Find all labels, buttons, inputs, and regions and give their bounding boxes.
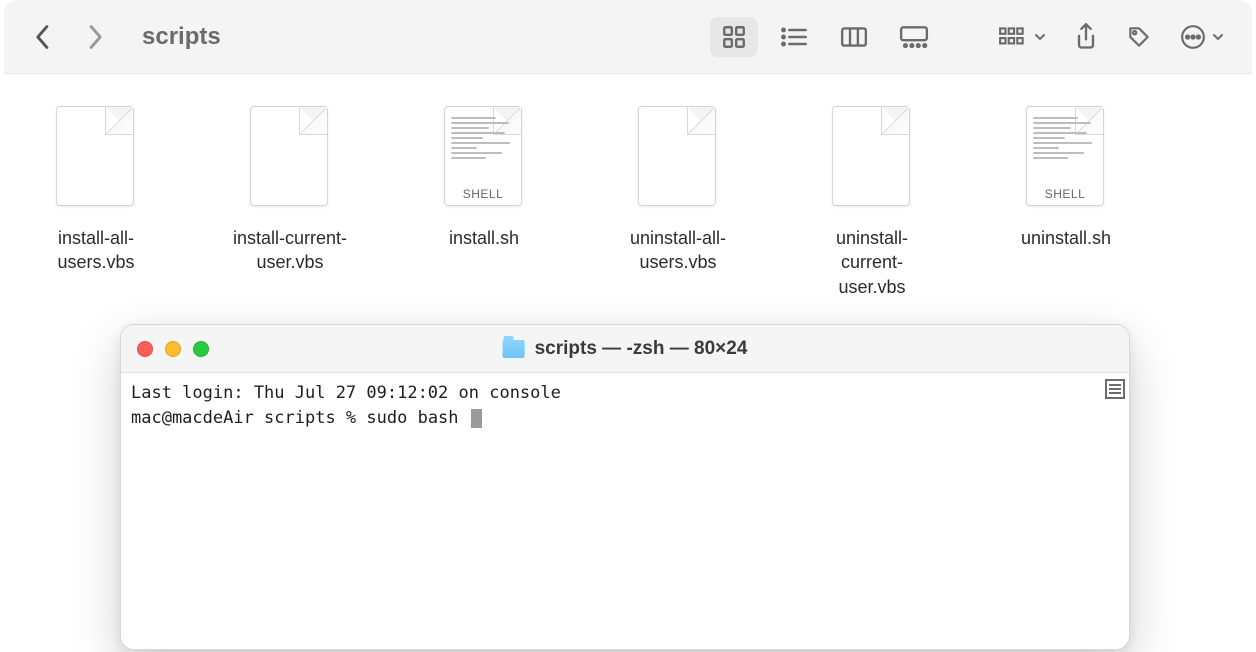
minimize-window-button[interactable]: [165, 341, 181, 357]
terminal-title: scripts — -zsh — 80×24: [503, 338, 748, 360]
file-item[interactable]: SHELL uninstall.sh: [1006, 106, 1126, 250]
terminal-title-text: scripts — -zsh — 80×24: [535, 338, 748, 360]
generic-file-icon: [56, 106, 136, 208]
generic-file-icon: [832, 106, 912, 208]
view-switcher: [710, 17, 938, 57]
file-label: install-current-user.vbs: [230, 226, 350, 275]
column-view-button[interactable]: [830, 17, 878, 57]
file-label: uninstall-all-users.vbs: [618, 226, 738, 275]
back-button[interactable]: [32, 26, 54, 48]
scroll-indicator-icon: [1105, 379, 1125, 399]
file-grid: install-all-users.vbs install-current-us…: [36, 106, 1220, 299]
folder-icon: [503, 340, 525, 358]
generic-file-icon: [250, 106, 330, 208]
generic-file-icon: [638, 106, 718, 208]
forward-button[interactable]: [84, 26, 106, 48]
file-label: uninstall.sh: [1021, 226, 1111, 250]
shell-file-icon: SHELL: [1026, 106, 1106, 208]
terminal-output[interactable]: Last login: Thu Jul 27 09:12:02 on conso…: [121, 373, 1129, 438]
terminal-titlebar[interactable]: scripts — -zsh — 80×24: [121, 325, 1129, 373]
file-label: install.sh: [449, 226, 519, 250]
file-item[interactable]: uninstall-current-user.vbs: [812, 106, 932, 299]
file-item[interactable]: SHELL install.sh: [424, 106, 544, 250]
group-by-button[interactable]: [998, 25, 1046, 49]
finder-toolbar: scripts: [4, 0, 1252, 74]
tags-button[interactable]: [1126, 24, 1152, 50]
cursor-icon: [471, 409, 482, 428]
gallery-view-button[interactable]: [890, 17, 938, 57]
more-actions-button[interactable]: [1180, 24, 1224, 50]
traffic-lights: [137, 341, 209, 357]
zoom-window-button[interactable]: [193, 341, 209, 357]
file-item[interactable]: uninstall-all-users.vbs: [618, 106, 738, 275]
file-label: uninstall-current-user.vbs: [812, 226, 932, 299]
terminal-body[interactable]: Last login: Thu Jul 27 09:12:02 on conso…: [121, 373, 1129, 649]
close-window-button[interactable]: [137, 341, 153, 357]
shell-file-icon: SHELL: [444, 106, 524, 208]
icon-view-button[interactable]: [710, 17, 758, 57]
file-label: install-all-users.vbs: [36, 226, 156, 275]
terminal-window: scripts — -zsh — 80×24 Last login: Thu J…: [120, 324, 1130, 650]
file-item[interactable]: install-current-user.vbs: [230, 106, 350, 275]
list-view-button[interactable]: [770, 17, 818, 57]
toolbar-right-group: [998, 23, 1224, 51]
finder-title: scripts: [142, 23, 221, 51]
file-item[interactable]: install-all-users.vbs: [36, 106, 156, 275]
share-button[interactable]: [1074, 23, 1098, 51]
nav-group: [32, 26, 106, 48]
